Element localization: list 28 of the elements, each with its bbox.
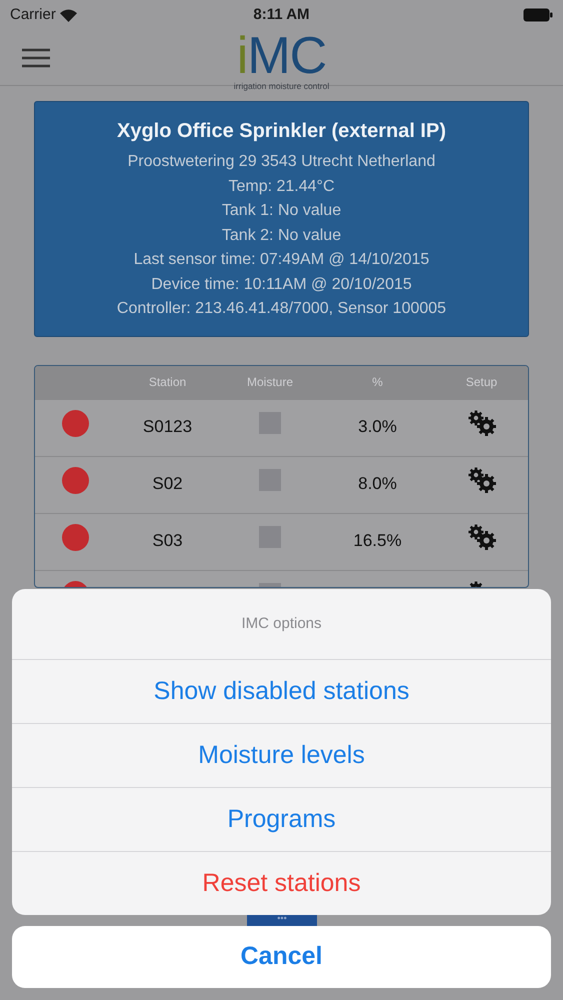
column-header: Setup (466, 375, 498, 389)
device-title: Xyglo Office Sprinkler (external IP) (116, 119, 447, 144)
logo-tagline: irrigation moisture control (234, 80, 330, 93)
carrier-label: Carrier (10, 4, 56, 25)
column-header: Moisture (246, 375, 293, 389)
action-option[interactable]: Moisture levels (12, 723, 551, 787)
station-name: S03 (152, 530, 183, 550)
cancel-button[interactable]: Cancel (12, 926, 551, 988)
device-info-line: Tank 1: No value (220, 201, 342, 221)
device-info-line: Device time: 10:11AM @ 20/10/2015 (150, 274, 413, 294)
action-option[interactable]: Show disabled stations (12, 659, 551, 723)
moisture-percent: 16.5% (353, 530, 402, 550)
action-option[interactable]: Programs (12, 787, 551, 851)
action-option[interactable]: Reset stations (12, 851, 551, 915)
status-time: 8:11 AM (252, 4, 311, 25)
device-info-line: Tank 2: No value (220, 226, 342, 246)
device-info-line: Last sensor time: 07:49AM @ 14/10/2015 (132, 250, 430, 270)
column-header: Station (148, 375, 186, 389)
station-name: S0123 (142, 416, 192, 436)
device-info-line: Controller: 213.46.41.48/7000, Sensor 100005 (116, 299, 448, 319)
moisture-percent: 8.0% (358, 474, 397, 492)
device-info-line: Temp: 21.44°C (227, 176, 336, 196)
device-info-line: Proostwetering 29 3543 Utrecht Netherland (126, 152, 436, 172)
moisture-percent: 3.0% (358, 416, 397, 436)
column-header: % (372, 375, 383, 389)
logo: iMC (236, 30, 326, 82)
station-name: S02 (152, 474, 183, 492)
action-sheet-title: IMC options (240, 614, 323, 634)
